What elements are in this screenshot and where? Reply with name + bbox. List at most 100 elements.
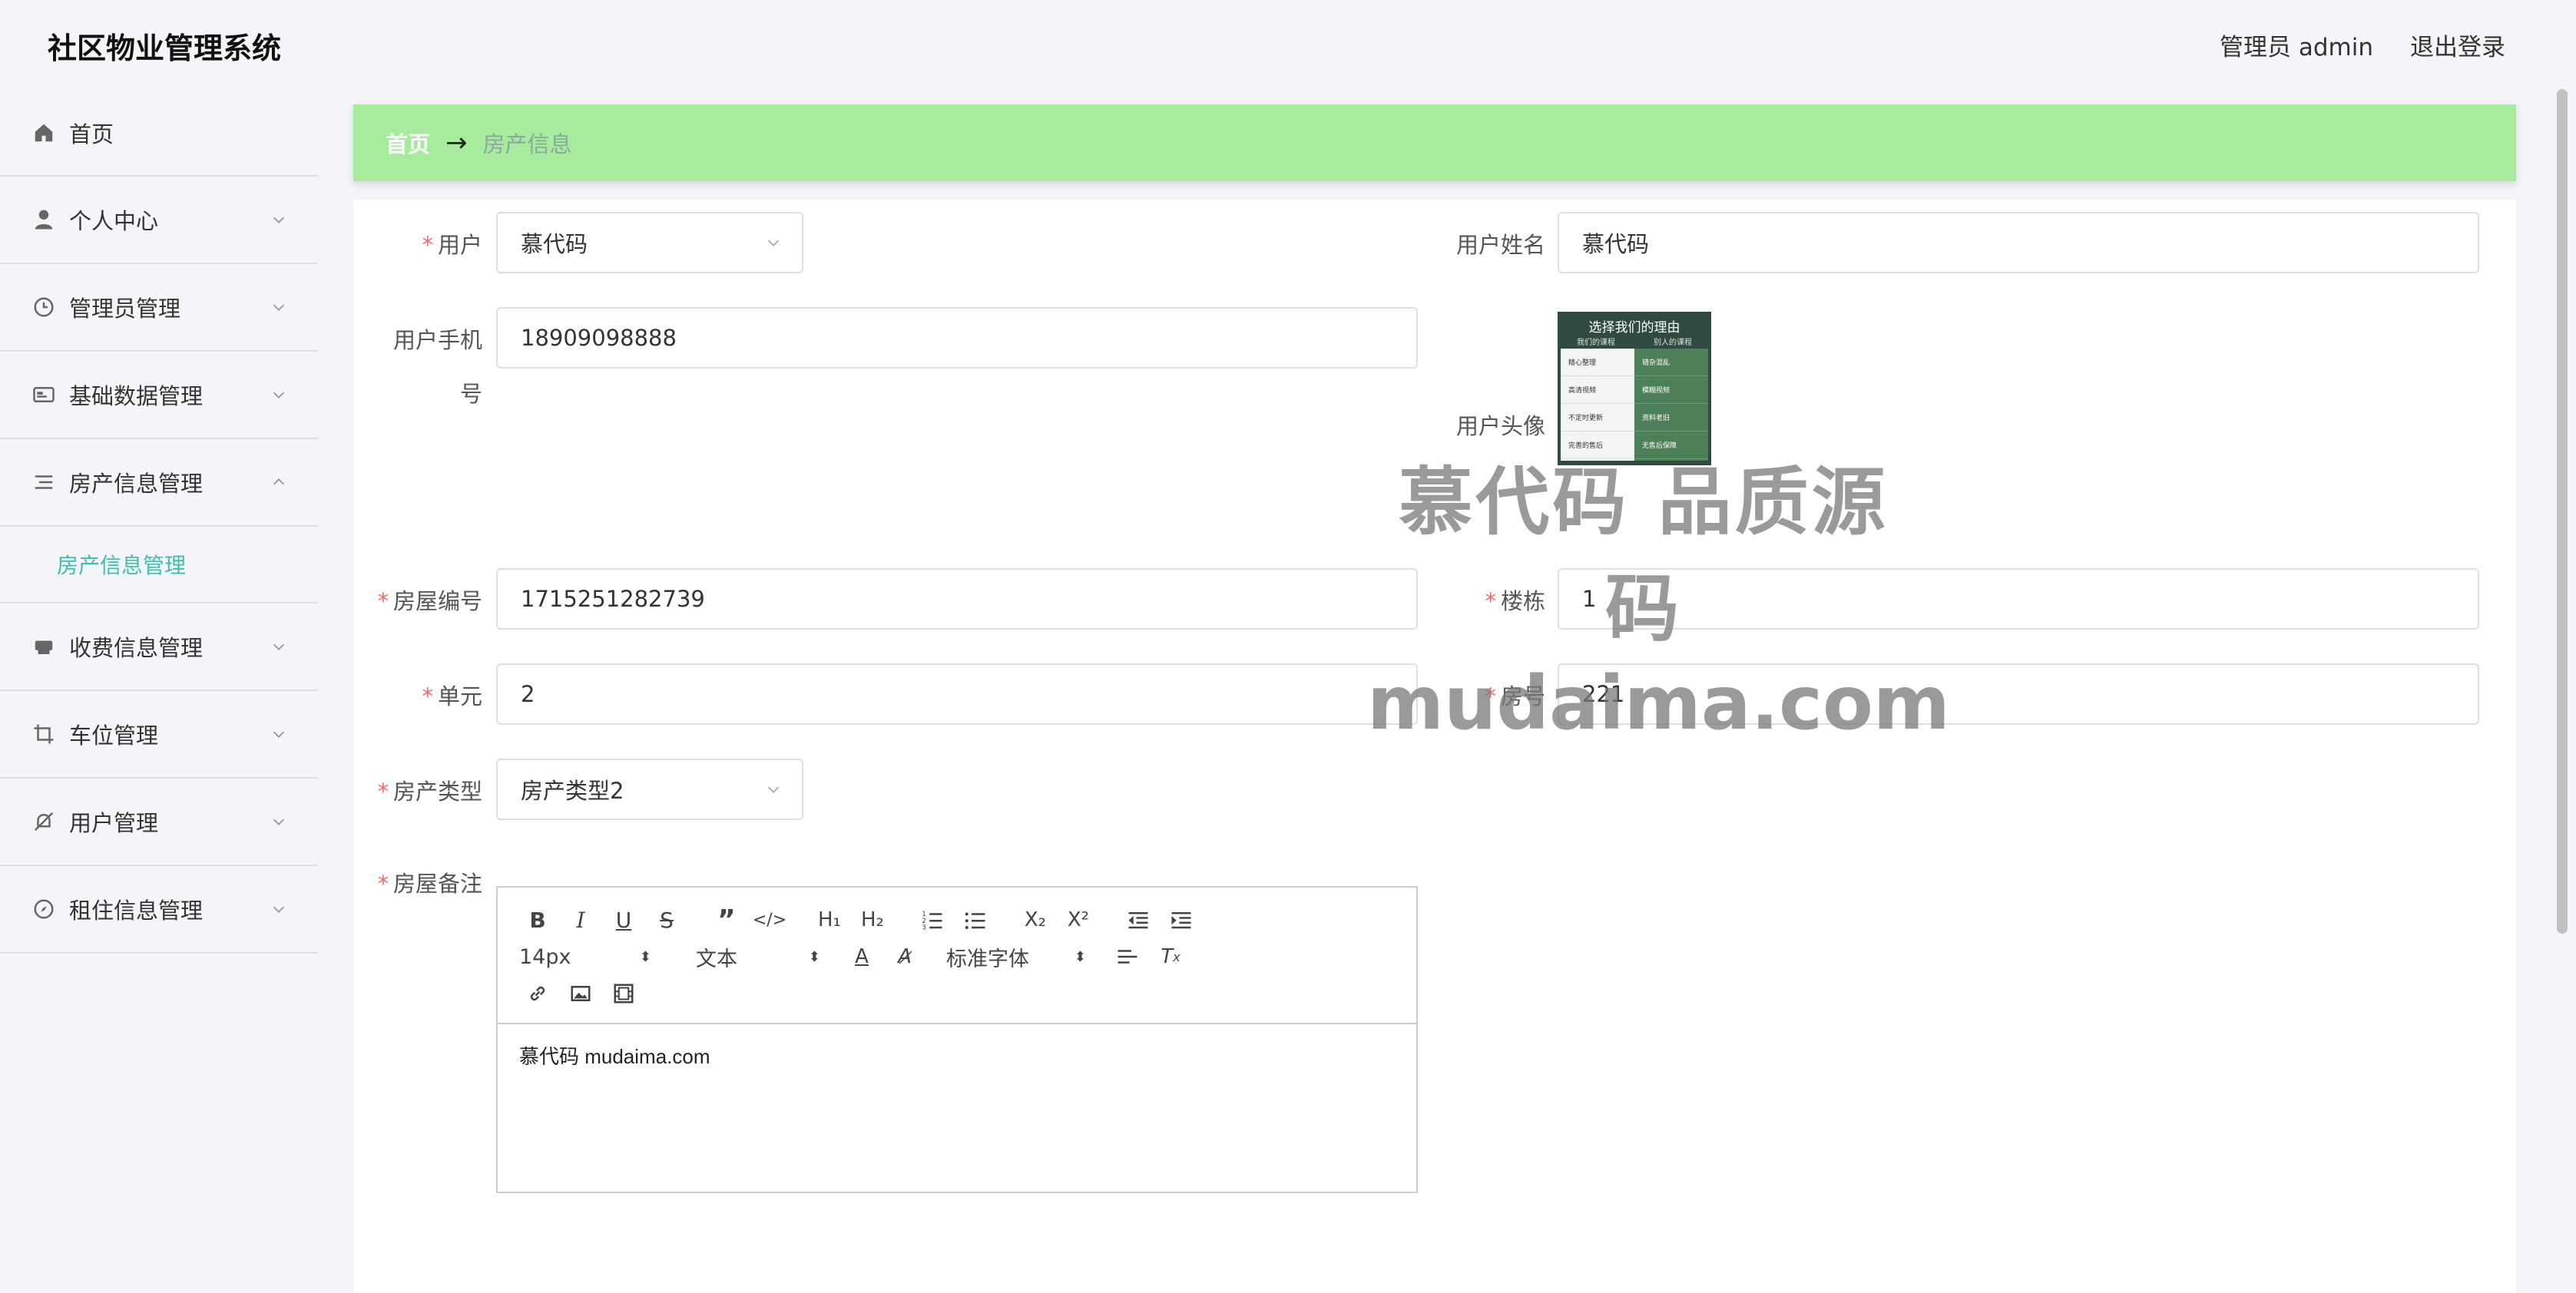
indent-icon[interactable] — [1160, 904, 1203, 935]
sidebar-subitem-property-info[interactable]: 房产信息管理 — [0, 527, 318, 604]
heading-2-icon[interactable]: H₂ — [851, 904, 894, 935]
property-form: * 用户 慕代码 用户姓名 慕代码 用户手机 号 18909098888 用户头像… — [353, 200, 2516, 1293]
scrollbar-thumb[interactable] — [2557, 89, 2568, 934]
font-family-value: 标准字体 — [946, 947, 1029, 971]
background-color-icon[interactable]: A̷ — [883, 941, 926, 972]
align-icon[interactable] — [1106, 941, 1149, 972]
editor-content-area[interactable]: 慕代码 mudaima.com — [498, 1024, 1416, 1086]
svg-text:3: 3 — [922, 924, 926, 932]
avatar-right-column: 错杂混乱 模糊视频 资料老旧 无售后保障 — [1634, 349, 1708, 461]
avatar-left-head: 我们的课程 — [1577, 338, 1615, 347]
bullet-list-icon[interactable] — [954, 904, 997, 935]
chevron-down-icon — [273, 304, 285, 311]
image-icon[interactable] — [559, 978, 602, 1009]
chevron-down-icon — [273, 643, 285, 650]
bold-icon[interactable]: B — [516, 904, 559, 935]
sidebar-item-label: 收费信息管理 — [69, 635, 204, 661]
clock-icon — [32, 296, 55, 319]
building-input[interactable]: 1 — [1558, 568, 2479, 630]
user-select[interactable]: 慕代码 — [496, 212, 803, 273]
home-icon — [32, 121, 55, 144]
phone-label: 用户手机 号 — [392, 327, 482, 407]
italic-icon[interactable]: I — [559, 904, 602, 935]
sidebar-item-fee-info[interactable]: 收费信息管理 — [0, 604, 318, 691]
avatar-row: 错杂混乱 — [1634, 349, 1708, 376]
user-name-input[interactable]: 慕代码 — [1558, 212, 2479, 273]
property-type-select[interactable]: 房产类型2 — [496, 759, 803, 820]
unit-input[interactable]: 2 — [496, 663, 1418, 725]
select-arrows-icon: ⬍ — [639, 948, 651, 965]
bell-off-icon — [32, 810, 55, 833]
house-no-label: * 房屋编号 — [377, 588, 482, 614]
sidebar-item-property-info[interactable]: 房产信息管理 — [0, 439, 318, 527]
chevron-down-icon — [273, 906, 285, 913]
font-family-select[interactable]: 标准字体 ⬍ — [943, 941, 1089, 972]
current-user-label: 管理员 admin — [2220, 34, 2373, 61]
sidebar-item-parking[interactable]: 车位管理 — [0, 691, 318, 779]
subscript-icon[interactable]: X₂ — [1014, 904, 1057, 935]
ordered-list-icon[interactable]: 123 — [911, 904, 954, 935]
toolbar-row: 14px ⬍ 文本 ⬍ A A̷ 标准字体 ⬍ T x — [516, 938, 1401, 975]
font-size-select[interactable]: 14px ⬍ — [516, 941, 654, 972]
header-select[interactable]: 文本 ⬍ — [693, 941, 823, 972]
chevron-down-icon — [273, 731, 285, 738]
font-color-icon[interactable]: A — [840, 941, 883, 972]
avatar-row: 无售后保障 — [1634, 432, 1708, 459]
sidebar-item-base-data[interactable]: 基础数据管理 — [0, 352, 318, 439]
top-header: 社区物业管理系统 管理员 admin 退出登录 — [0, 0, 2576, 91]
select-arrows-icon: ⬍ — [808, 948, 820, 965]
chevron-down-icon — [273, 217, 285, 223]
chevron-down-icon — [273, 818, 285, 825]
sidebar-item-admin-management[interactable]: 管理员管理 — [0, 264, 318, 352]
unit-label: * 单元 — [422, 683, 482, 709]
chevron-up-icon — [273, 478, 285, 485]
user-avatar-image[interactable]: 选择我们的理由 我们的课程 别人的课程 精心整理 高清视频 不定时更新 完善的售… — [1558, 312, 1711, 465]
underline-icon[interactable]: U — [602, 904, 645, 935]
logout-link[interactable]: 退出登录 — [2410, 28, 2505, 62]
avatar-image-title: 选择我们的理由 — [1588, 320, 1680, 336]
room-input[interactable]: 221 — [1558, 663, 2479, 725]
toolbar-row: B I U S ” </> H₁ H₂ 123 X₂ X² — [516, 901, 1401, 938]
sidebar-item-personal-center[interactable]: 个人中心 — [0, 177, 318, 264]
sidebar-item-rental-info[interactable]: 租住信息管理 — [0, 866, 318, 954]
page-scrollbar[interactable] — [2554, 89, 2570, 941]
header-select-value: 文本 — [696, 947, 737, 971]
avatar-image-heads: 我们的课程 别人的课程 — [1558, 333, 1711, 349]
arrow-right-icon: → — [445, 127, 468, 158]
list-icon — [32, 471, 55, 494]
code-block-icon[interactable]: </> — [748, 904, 791, 935]
sidebar-item-label: 用户管理 — [69, 810, 159, 836]
link-icon[interactable] — [516, 978, 559, 1009]
blockquote-icon[interactable]: ” — [705, 904, 748, 936]
breadcrumb-home[interactable]: 首页 — [386, 127, 430, 159]
avatar-right-head: 别人的课程 — [1654, 338, 1692, 347]
header-user-area: 管理员 admin 退出登录 — [2220, 28, 2505, 62]
avatar-left-column: 精心整理 高清视频 不定时更新 完善的售后 — [1561, 349, 1634, 461]
clear-format-icon[interactable]: Tx — [1149, 941, 1192, 972]
user-label: * 用户 — [422, 232, 482, 258]
toolbar-row — [516, 975, 1401, 1012]
crop-icon — [32, 723, 55, 746]
building-label: * 楼栋 — [1485, 588, 1545, 614]
property-type-label: * 房产类型 — [377, 779, 482, 805]
outdent-icon[interactable] — [1117, 904, 1160, 935]
avatar-label: 用户头像 — [1455, 413, 1545, 439]
avatar-row: 资料老旧 — [1634, 404, 1708, 432]
sidebar-item-label: 车位管理 — [69, 723, 159, 749]
sidebar-item-user-management[interactable]: 用户管理 — [0, 779, 318, 866]
heading-1-icon[interactable]: H₁ — [808, 904, 851, 935]
superscript-icon[interactable]: X² — [1057, 904, 1100, 935]
avatar-row: 高清视频 — [1561, 376, 1634, 404]
avatar-row: 模糊视频 — [1634, 376, 1708, 404]
chevron-down-icon — [767, 786, 780, 793]
avatar-row: 精心整理 — [1561, 349, 1634, 376]
chevron-down-icon — [767, 240, 780, 246]
strikethrough-icon[interactable]: S — [645, 904, 688, 935]
phone-input[interactable]: 18909098888 — [496, 307, 1418, 369]
video-icon[interactable] — [602, 978, 645, 1009]
sidebar-item-label: 租住信息管理 — [69, 898, 204, 924]
sidebar-item-home[interactable]: 首页 — [0, 91, 318, 177]
house-no-input[interactable]: 1715251282739 — [496, 568, 1418, 630]
app-title: 社区物业管理系统 — [48, 31, 282, 65]
rich-text-editor: B I U S ” </> H₁ H₂ 123 X₂ X² 14px ⬍ 文本 … — [496, 886, 1418, 1193]
